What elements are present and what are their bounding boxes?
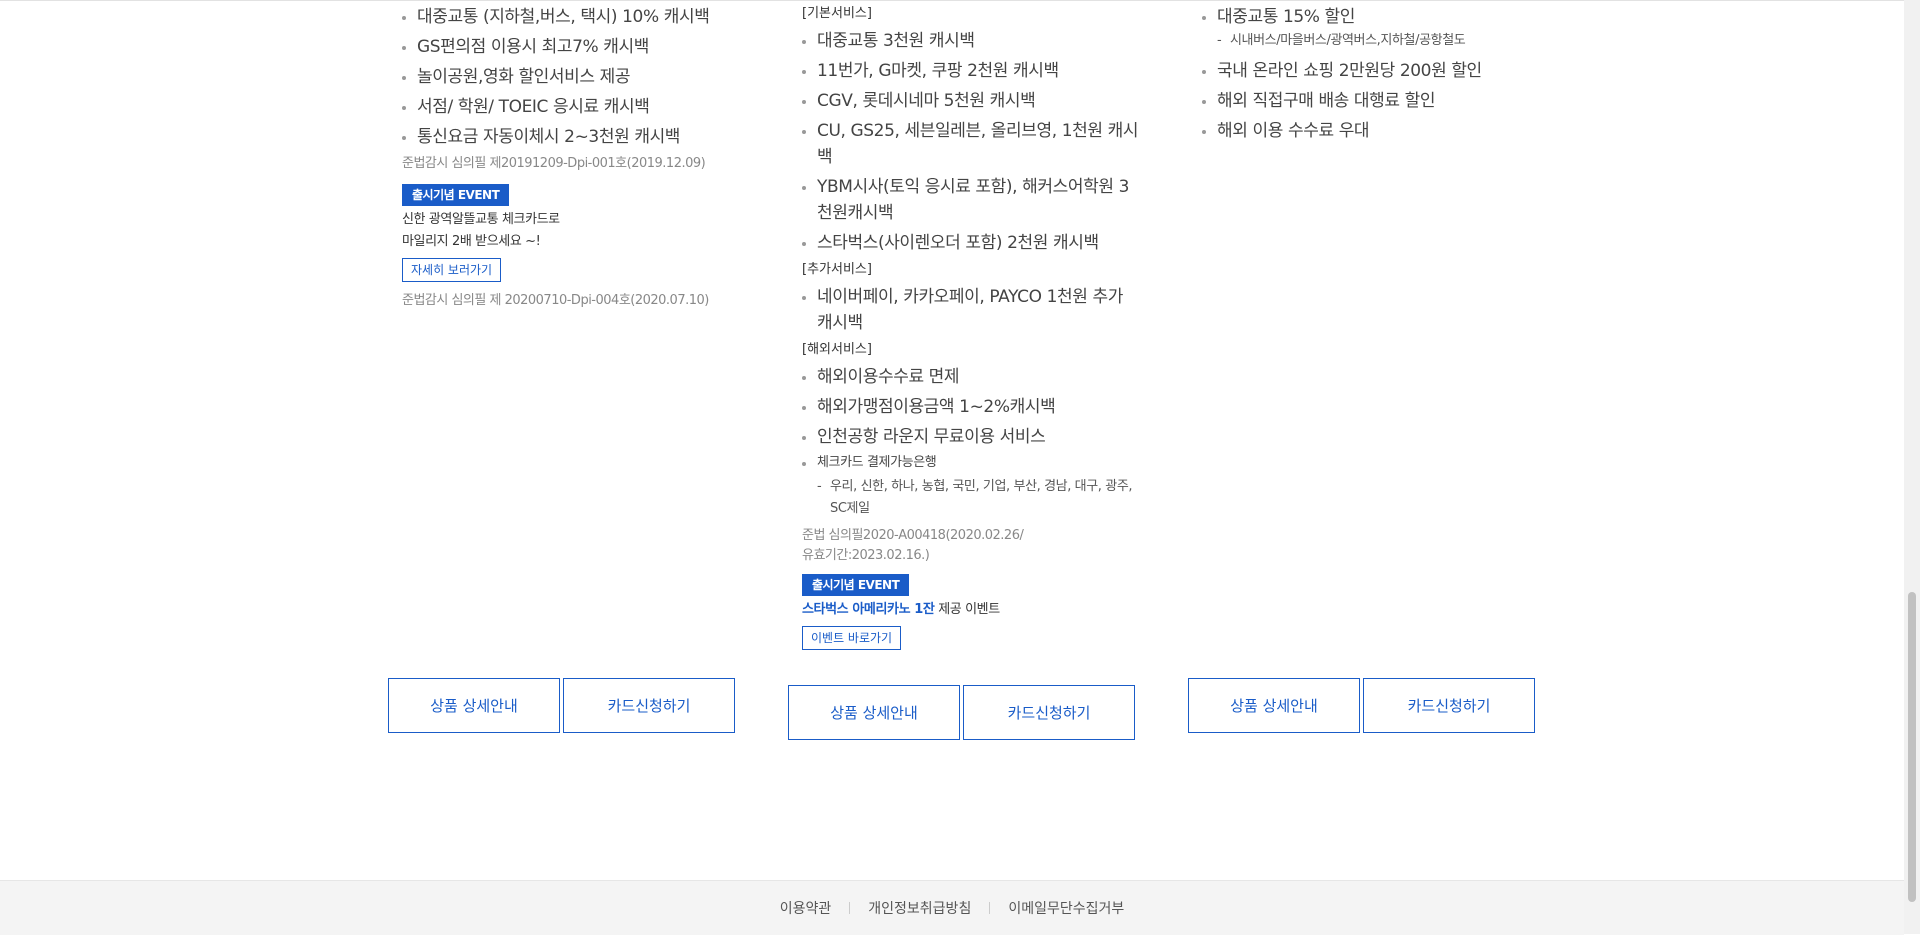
benefit-item: 스타벅스(사이렌오더 포함) 2천원 캐시백 (802, 230, 1142, 256)
benefit-item: 11번가, G마켓, 쿠팡 2천원 캐시백 (802, 58, 1142, 84)
product-detail-button[interactable]: 상품 상세안내 (1188, 678, 1360, 733)
card-column-2: [기본서비스] 대중교통 3천원 캐시백 11번가, G마켓, 쿠팡 2천원 캐… (802, 4, 1142, 650)
card-column-1: 대중교통 (지하철,버스, 택시) 10% 캐시백 GS편의점 이용시 최고7%… (402, 4, 742, 311)
card-apply-button[interactable]: 카드신청하기 (563, 678, 735, 733)
extra-service-title: [추가서비스] (802, 262, 872, 277)
compliance-note: 유효기간:2023.02.16.) (802, 548, 930, 563)
event-highlight: 스타벅스 아메리카노 1잔 (802, 602, 935, 617)
product-detail-button[interactable]: 상품 상세안내 (788, 685, 960, 740)
bank-list-title: 체크카드 결제가능은행 (802, 454, 1142, 472)
benefit-item: CU, GS25, 세븐일레븐, 올리브영, 1천원 캐시백 (802, 118, 1142, 170)
card-apply-button[interactable]: 카드신청하기 (963, 685, 1135, 740)
benefit-item: 대중교통 3천원 캐시백 (802, 28, 1142, 54)
benefit-item: 대중교통 15% 할인 (1202, 4, 1542, 30)
card-apply-button[interactable]: 카드신청하기 (1363, 678, 1535, 733)
card-column-3: 대중교통 15% 할인 시내버스/마을버스/광역버스,지하철/공항철도 국내 온… (1202, 4, 1542, 148)
compliance-note: 준법 심의필2020-A00418(2020.02.26/ (802, 528, 1024, 543)
card-3-actions: 상품 상세안내 카드신청하기 (1188, 678, 1535, 733)
benefit-item: 해외 이용 수수료 우대 (1202, 118, 1542, 144)
event-detail-link[interactable]: 자세히 보러가기 (402, 258, 502, 282)
benefit-item: CGV, 롯데시네마 5천원 캐시백 (802, 88, 1142, 114)
footer-terms-link[interactable]: 이용약관 (780, 898, 832, 918)
event-text: 제공 이벤트 (934, 602, 1000, 617)
vertical-scrollbar[interactable] (1904, 0, 1920, 934)
benefit-item: 서점/ 학원/ TOEIC 응시료 캐시백 (402, 94, 742, 120)
benefit-item: 인천공항 라운지 무료이용 서비스 (802, 424, 1142, 450)
card-2-actions: 상품 상세안내 카드신청하기 (788, 685, 1135, 740)
benefit-sub-item: 시내버스/마을버스/광역버스,지하철/공항철도 (1202, 30, 1542, 52)
scrollbar-thumb[interactable] (1908, 592, 1916, 902)
compliance-note: 준법감시 심의필 제 20200710-Dpi-004호(2020.07.10) (402, 293, 709, 308)
footer-divider (849, 902, 851, 914)
benefit-item: YBM시사(토익 응시료 포함), 해커스어학원 3천원캐시백 (802, 174, 1142, 226)
benefit-item: 대중교통 (지하철,버스, 택시) 10% 캐시백 (402, 4, 742, 30)
event-text-line: 신한 광역알뜰교통 체크카드로 (402, 212, 560, 227)
benefit-item: 놀이공원,영화 할인서비스 제공 (402, 64, 742, 90)
benefit-item: 해외가맹점이용금액 1~2%캐시백 (802, 394, 1142, 420)
compliance-note: 준법감시 심의필 제20191209-Dpi-001호(2019.12.09) (402, 156, 706, 171)
footer-divider (989, 902, 991, 914)
benefit-item: 네이버페이, 카카오페이, PAYCO 1천원 추가 캐시백 (802, 284, 1142, 336)
bank-list: 우리, 신한, 하나, 농협, 국민, 기업, 부산, 경남, 대구, 광주, … (802, 476, 1142, 520)
overseas-service-title: [해외서비스] (802, 342, 872, 357)
benefit-item: 해외 직접구매 배송 대행료 할인 (1202, 88, 1542, 114)
event-text-line: 마일리지 2배 받으세요 ~! (402, 234, 541, 249)
basic-service-title: [기본서비스] (802, 6, 872, 21)
event-badge: 출시기념 EVENT (802, 574, 910, 596)
footer-privacy-link[interactable]: 개인정보취급방침 (868, 898, 971, 918)
benefit-item: 국내 온라인 쇼핑 2만원당 200원 할인 (1202, 58, 1542, 84)
benefit-item: 해외이용수수료 면제 (802, 364, 1142, 390)
benefit-item: 통신요금 자동이체시 2~3천원 캐시백 (402, 124, 742, 150)
top-divider (0, 0, 1904, 1)
event-text-line: 스타벅스 아메리카노 1잔 제공 이벤트 (802, 599, 1142, 621)
product-detail-button[interactable]: 상품 상세안내 (388, 678, 560, 733)
footer: 이용약관 개인정보취급방침 이메일무단수집거부 (0, 880, 1904, 935)
card-1-actions: 상품 상세안내 카드신청하기 (388, 678, 735, 733)
benefit-item: GS편의점 이용시 최고7% 캐시백 (402, 34, 742, 60)
footer-email-policy-link[interactable]: 이메일무단수집거부 (1008, 898, 1124, 918)
event-badge: 출시기념 EVENT (402, 184, 510, 206)
event-shortcut-link[interactable]: 이벤트 바로가기 (802, 626, 902, 650)
